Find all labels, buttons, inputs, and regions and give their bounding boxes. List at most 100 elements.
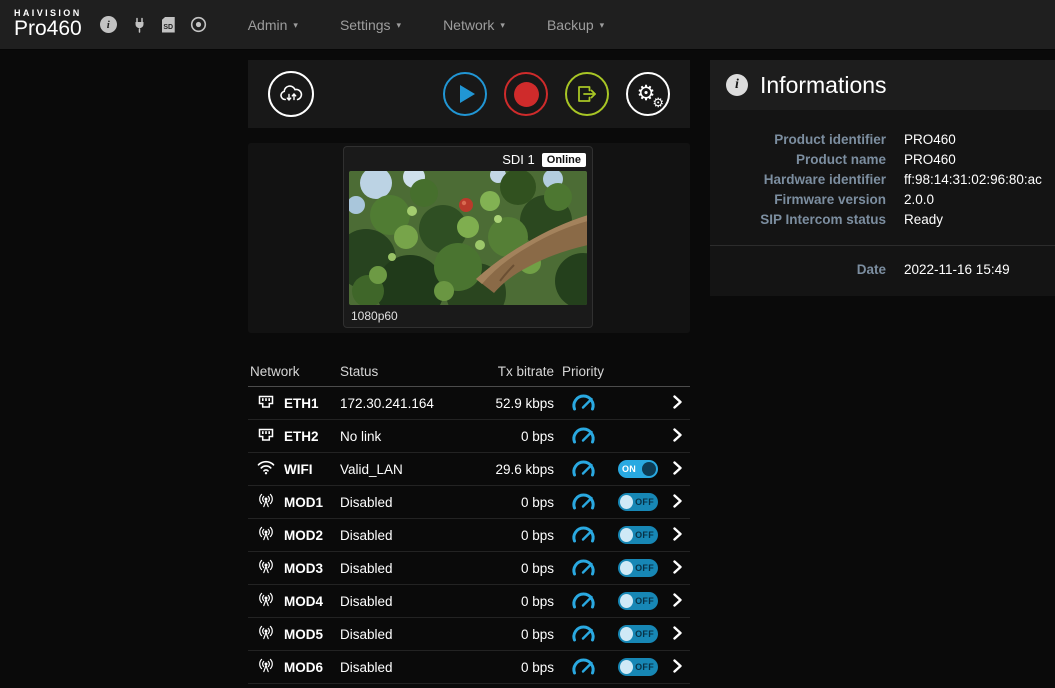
cloud-arrows-icon (278, 85, 305, 104)
antenna-icon (258, 526, 274, 544)
priority-gauge-icon[interactable] (570, 591, 597, 612)
network-row-mod3[interactable]: MOD3 Disabled 0 bps OFF (248, 552, 690, 585)
interface-bitrate: 0 bps (476, 561, 554, 576)
antenna-icon (258, 592, 274, 610)
transport-buttons: ⚙ ⚙ (443, 72, 670, 116)
col-header-network: Network (248, 364, 340, 379)
priority-gauge-icon[interactable] (570, 558, 597, 579)
network-row-mod2[interactable]: MOD2 Disabled 0 bps OFF (248, 519, 690, 552)
nav-menu-backup[interactable]: Backup▾ (526, 0, 625, 50)
priority-gauge-icon[interactable] (570, 426, 597, 447)
interface-bitrate: 0 bps (476, 660, 554, 675)
antenna-icon (258, 493, 274, 511)
interface-label: ETH2 (284, 429, 340, 444)
nav-menu-settings[interactable]: Settings▾ (319, 0, 422, 50)
date-label: Date (710, 260, 886, 280)
priority-toggle[interactable]: OFF (618, 493, 658, 511)
info-icon[interactable]: i (100, 16, 117, 33)
caret-down-icon: ▾ (293, 18, 298, 31)
toggle-label: OFF (633, 596, 656, 606)
chevron-right-icon[interactable] (673, 494, 682, 511)
interface-label: MOD5 (284, 627, 340, 642)
priority-gauge-icon[interactable] (570, 492, 597, 513)
toggle-knob (620, 495, 633, 509)
network-row-eth2[interactable]: ETH2 No link 0 bps (248, 420, 690, 453)
nav-menu-network[interactable]: Network▾ (422, 0, 526, 50)
interface-bitrate: 0 bps (476, 429, 554, 444)
priority-gauge-icon[interactable] (570, 657, 597, 678)
info-fields: Product identifier PRO460 Product name P… (710, 130, 1055, 230)
col-header-status: Status (340, 364, 476, 379)
nav-menus: Admin ▾ Settings▾ Network▾ Backup▾ (227, 0, 625, 50)
toggle-label: OFF (633, 497, 656, 507)
interface-label: WIFI (284, 462, 340, 477)
priority-gauge-icon[interactable] (570, 459, 597, 480)
power-plug-icon[interactable] (132, 17, 147, 33)
interface-label: MOD4 (284, 594, 340, 609)
interface-bitrate: 0 bps (476, 495, 554, 510)
interface-label: MOD6 (284, 660, 340, 675)
priority-gauge-icon[interactable] (570, 393, 597, 414)
ethernet-icon (258, 428, 274, 445)
settings-button[interactable]: ⚙ ⚙ (626, 72, 670, 116)
wifi-icon (257, 460, 275, 478)
network-row-mod6[interactable]: MOD6 Disabled 0 bps OFF (248, 651, 690, 684)
cloud-sync-button[interactable] (268, 71, 314, 117)
priority-toggle[interactable]: OFF (618, 592, 658, 610)
chevron-right-icon[interactable] (673, 659, 682, 676)
preview-header: SDI 1 Online (349, 150, 587, 171)
field-label: Hardware identifier (710, 170, 886, 190)
record-button[interactable] (504, 72, 548, 116)
control-toolbar: ⚙ ⚙ (248, 60, 690, 128)
record-icon (514, 82, 539, 107)
priority-toggle[interactable]: ON (618, 460, 658, 478)
field-value: Ready (904, 210, 943, 230)
export-button[interactable] (565, 72, 609, 116)
network-row-mod5[interactable]: MOD5 Disabled 0 bps OFF (248, 618, 690, 651)
chevron-right-icon[interactable] (673, 395, 682, 412)
network-row-eth1[interactable]: ETH1 172.30.241.164 52.9 kbps (248, 387, 690, 420)
field-label: Product name (710, 150, 886, 170)
antenna-icon (258, 625, 274, 643)
network-row-mod1[interactable]: MOD1 Disabled 0 bps OFF (248, 486, 690, 519)
interface-status: Valid_LAN (340, 462, 476, 477)
interface-status: Disabled (340, 594, 476, 609)
toggle-knob (620, 627, 633, 641)
priority-gauge-icon[interactable] (570, 624, 597, 645)
network-row-wifi[interactable]: WIFI Valid_LAN 29.6 kbps ON (248, 453, 690, 486)
chevron-right-icon[interactable] (673, 626, 682, 643)
nav-menu-admin[interactable]: Admin ▾ (227, 0, 319, 50)
menu-label: Network (443, 17, 494, 33)
interface-bitrate: 0 bps (476, 627, 554, 642)
chevron-right-icon[interactable] (673, 461, 682, 478)
brand-logo[interactable]: HAIVISION Pro460 (0, 8, 94, 40)
informations-header: i Informations (710, 60, 1055, 110)
priority-gauge-icon[interactable] (570, 525, 597, 546)
priority-toggle[interactable]: OFF (618, 526, 658, 544)
priority-toggle[interactable]: OFF (618, 625, 658, 643)
field-value: PRO460 (904, 150, 956, 170)
menu-label: Admin (248, 17, 288, 33)
menu-label: Settings (340, 17, 391, 33)
disc-record-icon[interactable] (190, 16, 207, 33)
status-badge: Online (542, 153, 586, 167)
sdi1-preview-card[interactable]: SDI 1 Online 1080p60 (343, 146, 593, 328)
chevron-right-icon[interactable] (673, 560, 682, 577)
network-row-mod4[interactable]: MOD4 Disabled 0 bps OFF (248, 585, 690, 618)
toggle-knob (620, 594, 633, 608)
antenna-icon (258, 559, 274, 577)
sd-card-icon[interactable]: SD (162, 17, 175, 33)
antenna-icon (258, 658, 274, 676)
toggle-label: OFF (633, 662, 656, 672)
col-header-bitrate: Tx bitrate (476, 364, 554, 379)
input-label: SDI 1 (502, 152, 535, 167)
toggle-label: OFF (633, 563, 656, 573)
priority-toggle[interactable]: OFF (618, 559, 658, 577)
menu-label: Backup (547, 17, 594, 33)
priority-toggle[interactable]: OFF (618, 658, 658, 676)
chevron-right-icon[interactable] (673, 428, 682, 445)
chevron-right-icon[interactable] (673, 527, 682, 544)
toggle-knob (620, 528, 633, 542)
chevron-right-icon[interactable] (673, 593, 682, 610)
play-button[interactable] (443, 72, 487, 116)
